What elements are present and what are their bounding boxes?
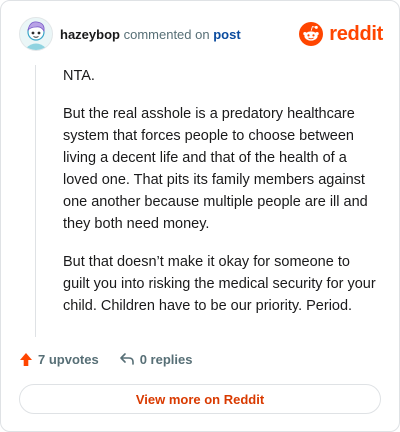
action-text: commented on: [123, 27, 210, 42]
reply-action[interactable]: 0 replies: [119, 351, 193, 367]
comment-embed-card: hazeybop commented on post reddit NTA. B…: [0, 0, 400, 432]
thread-line: [35, 65, 36, 337]
upvote-action[interactable]: 7 upvotes: [19, 352, 99, 367]
username-link[interactable]: hazeybop: [60, 27, 120, 42]
post-link[interactable]: post: [213, 27, 240, 42]
upvote-count: 7 upvotes: [38, 351, 99, 367]
user-avatar[interactable]: [19, 17, 53, 51]
reddit-brand[interactable]: reddit: [299, 21, 383, 47]
snoo-avatar-icon: [20, 18, 52, 50]
comment-paragraph: But the real asshole is a predatory heal…: [63, 106, 368, 232]
reply-arrow-icon: [119, 353, 134, 365]
view-more-button[interactable]: View more on Reddit: [19, 384, 381, 414]
comment-actions: 7 upvotes 0 replies: [19, 348, 212, 370]
reddit-wordmark: reddit: [329, 23, 383, 45]
comment-body: NTA. But the real asshole is a predatory…: [63, 65, 377, 333]
reply-count: 0 replies: [139, 351, 193, 367]
comment-header: hazeybop commented on post reddit: [19, 15, 383, 53]
upvote-arrow-icon[interactable]: [19, 352, 33, 367]
reddit-logo-icon: [299, 22, 324, 46]
comment-paragraph: NTA.: [63, 68, 95, 84]
comment-meta: hazeybop commented on post: [60, 27, 241, 43]
comment-paragraph: But that doesn’t make it okay for someon…: [63, 254, 376, 314]
